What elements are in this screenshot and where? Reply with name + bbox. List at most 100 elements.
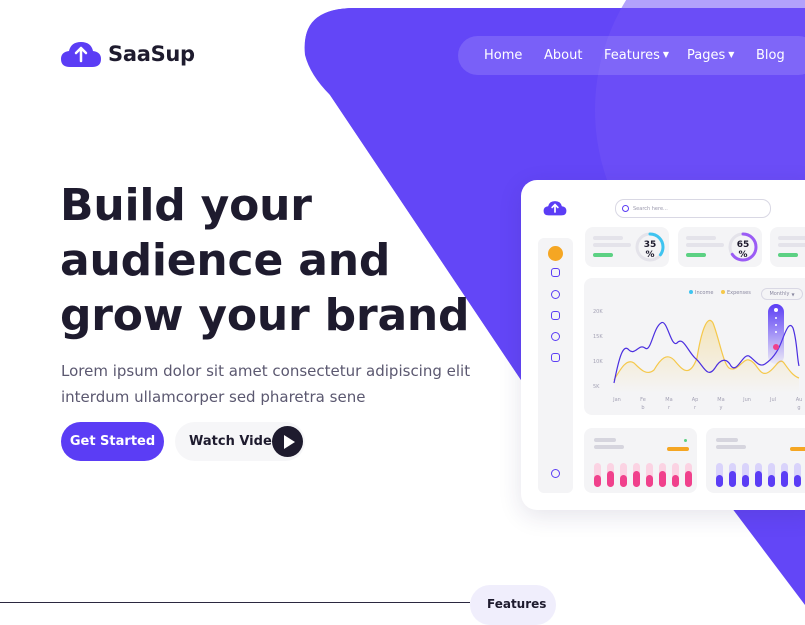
bar-fill: [685, 471, 692, 487]
sidebar-logout-icon[interactable]: [551, 469, 560, 478]
hero-description-line: Lorem ipsum dolor sit amet consectetur a…: [61, 362, 471, 380]
stat-label-placeholder: [778, 243, 805, 247]
bar-fill: [594, 475, 601, 487]
mini-bar-card: [584, 428, 697, 493]
bar-fill: [716, 475, 723, 487]
legend-expenses: Expenses: [721, 290, 751, 296]
nav-item-blog[interactable]: Blog: [756, 48, 785, 63]
nav-label: Blog: [756, 48, 785, 63]
brand-name: SaaSup: [108, 42, 195, 66]
card-indicator: [790, 447, 805, 451]
status-dot: [684, 439, 687, 442]
chevron-down-icon: ▼: [791, 291, 795, 297]
dashboard-sidebar: [538, 238, 573, 493]
stat-indicator: [686, 253, 706, 257]
y-tick: 10K: [593, 359, 603, 365]
get-started-button[interactable]: Get Started: [61, 422, 164, 461]
nav-label: Home: [484, 48, 523, 63]
section-tag-features: Features: [470, 585, 556, 625]
nav-item-features[interactable]: Features ▼: [604, 48, 669, 63]
sidebar-card-icon[interactable]: [551, 311, 560, 320]
bar-fill: [646, 475, 653, 487]
stat-label-placeholder: [686, 236, 716, 240]
card-label-placeholder: [594, 438, 616, 442]
hero-description-line: interdum ullamcorper sed pharetra sene: [61, 388, 366, 406]
section-tag-label: Features: [487, 597, 547, 611]
nav-item-home[interactable]: Home: [484, 48, 522, 63]
y-tick: 5K: [593, 384, 600, 390]
card-indicator: [667, 447, 689, 451]
search-icon: [622, 205, 629, 212]
play-icon[interactable]: [272, 426, 303, 457]
hero-title-line: audience and: [60, 235, 391, 286]
stat-label-placeholder: [593, 243, 631, 247]
hero-title-line: grow your brand: [60, 290, 470, 341]
legend-income: Income: [689, 290, 713, 296]
caret-down-icon: ▼: [728, 50, 735, 59]
x-tick: Au g: [795, 397, 803, 411]
bar-fill: [781, 471, 788, 487]
bar-fill: [755, 471, 762, 487]
stat-indicator: [593, 253, 613, 257]
cloud-upload-icon: [61, 42, 101, 67]
nav-item-pages[interactable]: Pages ▼: [687, 48, 734, 63]
nav-label: Pages: [687, 48, 726, 63]
x-tick: Ma r: [665, 397, 673, 411]
stat-label-placeholder: [686, 243, 724, 247]
bar-fill: [659, 471, 666, 487]
x-tick: Jan: [613, 397, 621, 403]
stat-label-placeholder: [778, 236, 805, 240]
stat-card: 35%: [585, 227, 669, 267]
hero-title: Build your audience and grow your brand: [60, 178, 490, 343]
stat-value: 65%: [736, 240, 750, 260]
hero-description: Lorem ipsum dolor sit amet consectetur a…: [61, 358, 491, 410]
legend-dot: [721, 290, 725, 294]
x-tick: Jun: [743, 397, 751, 403]
sidebar-transfer-icon[interactable]: [551, 290, 560, 299]
y-tick: 20K: [593, 309, 603, 315]
nav-item-about[interactable]: About: [544, 48, 582, 63]
bar-fill: [768, 475, 775, 487]
bar-fill: [742, 475, 749, 487]
legend-dot: [689, 290, 693, 294]
main-nav: Home About Features ▼ Pages ▼ Blog: [458, 36, 805, 75]
search-placeholder: Search here...: [633, 205, 668, 212]
sidebar-settings-icon[interactable]: [551, 332, 560, 341]
bar-fill: [794, 475, 801, 487]
sidebar-document-icon[interactable]: [551, 353, 560, 362]
x-tick: Ma y: [717, 397, 725, 411]
section-divider: [0, 602, 470, 603]
watch-video-button[interactable]: Watch Video: [175, 422, 305, 461]
card-label-placeholder: [716, 438, 738, 442]
x-tick: Fe b: [640, 397, 646, 411]
bar-fill: [633, 471, 640, 487]
chart-plot: [613, 304, 800, 393]
bar-fill: [607, 471, 614, 487]
x-tick: Ap r: [691, 397, 699, 411]
card-label-placeholder: [716, 445, 746, 449]
sidebar-home-icon[interactable]: [548, 246, 563, 261]
stat-indicator: [778, 253, 798, 257]
x-tick: Jul: [769, 397, 777, 403]
y-tick: 15K: [593, 334, 603, 340]
watch-video-label: Watch Video: [189, 434, 281, 449]
bar-fill: [620, 475, 627, 487]
dashboard-preview: Search here... 35% 65% Income Expenses M…: [521, 180, 805, 510]
sidebar-wallet-icon[interactable]: [551, 268, 560, 277]
stat-value: 35%: [643, 240, 657, 260]
mini-bar-card: [706, 428, 805, 493]
stat-label-placeholder: [593, 236, 623, 240]
brand-logo[interactable]: SaaSup: [60, 40, 195, 68]
income-expenses-chart: Income Expenses Monthly ▼ 20K 15K 10K 5K …: [584, 278, 805, 415]
caret-down-icon: ▼: [662, 50, 670, 59]
bar-fill: [672, 475, 679, 487]
dashboard-search-input[interactable]: Search here...: [615, 199, 771, 218]
hero-title-line: Build your: [60, 180, 312, 231]
card-label-placeholder: [594, 445, 624, 449]
nav-label: Features: [604, 48, 660, 63]
stat-card: [770, 227, 805, 267]
nav-label: About: [544, 48, 583, 63]
cloud-upload-icon: [543, 201, 567, 216]
bar-fill: [729, 471, 736, 487]
stat-card: 65%: [678, 227, 762, 267]
